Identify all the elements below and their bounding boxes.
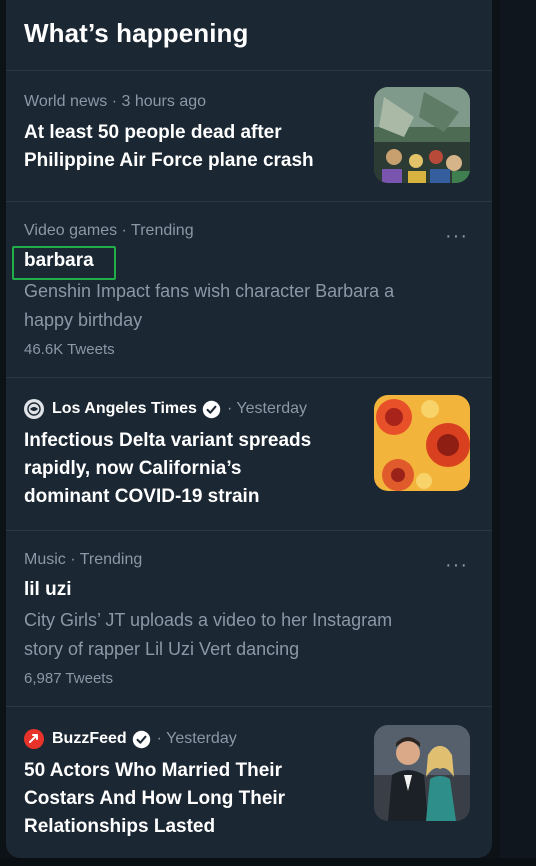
news-item-delta-variant[interactable]: Los Angeles Times · Yesterday Infectious… [6, 378, 492, 530]
news-thumbnail-image [374, 87, 470, 183]
trend-meta: Video games · Trending [24, 222, 194, 239]
verified-badge-icon [132, 730, 150, 748]
trend-item-lil-uzi[interactable]: Music · Trending ··· lil uzi City Girls’… [6, 531, 492, 706]
buzzfeed-logo-icon [24, 729, 44, 749]
news-source-row: Los Angeles Times · Yesterday [24, 399, 307, 419]
news-thumbnail-image [374, 725, 470, 821]
trend-description: City Girls’ JT uploads a video to her In… [24, 610, 393, 659]
news-source-name: Los Angeles Times [52, 400, 197, 417]
news-time: · Yesterday [156, 730, 237, 747]
news-headline: 50 Actors Who Married Their Costars And … [24, 760, 286, 837]
trend-title: barbara [24, 250, 94, 271]
trend-meta: Music · Trending [24, 551, 143, 568]
side-background [500, 0, 536, 866]
tweet-count: 46.6K Tweets [24, 341, 115, 358]
news-item-plane-crash[interactable]: World news · 3 hours ago At least 50 peo… [6, 71, 492, 201]
news-time: · Yesterday [226, 400, 307, 417]
more-options-icon[interactable]: ··· [445, 226, 468, 246]
more-options-icon[interactable]: ··· [445, 555, 468, 575]
whats-happening-panel: What’s happening World news · 3 hours ag… [6, 0, 492, 858]
news-item-actors-married[interactable]: BuzzFeed · Yesterday 50 Actors Who Marri… [6, 707, 492, 858]
los-angeles-times-logo-icon [24, 399, 44, 419]
panel-title: What’s happening [24, 18, 249, 48]
news-headline: At least 50 people dead after Philippine… [24, 122, 314, 171]
bottom-background [0, 858, 536, 866]
news-thumbnail-image [374, 395, 470, 491]
news-headline: Infectious Delta variant spreads rapidly… [24, 430, 312, 507]
verified-badge-icon [202, 400, 221, 418]
trend-title: lil uzi [24, 579, 72, 600]
news-source-name: BuzzFeed [52, 730, 127, 747]
news-source-row: BuzzFeed · Yesterday [24, 729, 237, 749]
tweet-count: 6,987 Tweets [24, 670, 113, 687]
trend-description: Genshin Impact fans wish character Barba… [24, 281, 395, 330]
trend-item-barbara[interactable]: Video games · Trending ··· barbara Gensh… [6, 202, 492, 377]
news-meta: World news · 3 hours ago [24, 93, 207, 110]
